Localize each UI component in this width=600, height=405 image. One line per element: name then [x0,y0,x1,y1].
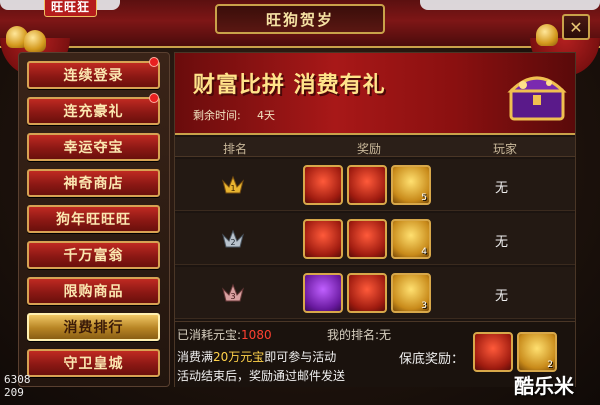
red-chest-icon[interactable] [303,219,343,259]
reward-quantity: 5 [421,193,427,203]
bronze-rank-3-icon: 3 [222,283,244,302]
player-name: 无 [495,181,509,196]
coordinate-readout: 6308 209 [4,373,31,399]
red-chest-icon[interactable] [347,219,387,259]
silver-rank-2-icon: 2 [222,229,244,248]
sidebar-item-shop[interactable]: 神奇商店 [27,169,160,197]
header-player: 玩家 [493,142,518,156]
game-window: 旺旺狂 旺狗贺岁 ✕ 连续登录 连充豪礼 幸运夺宝 神奇商店 狗年旺旺旺 千万富… [0,0,600,405]
gold-rank-1-icon: 1 [222,175,244,194]
my-rank-info: 我的排名:无 [327,326,391,343]
my-rank-value: 无 [379,328,392,342]
sidebar-item-guard[interactable]: 守卫皇城 [27,349,160,377]
snow-decoration [420,0,600,10]
sidebar: 连续登录 连充豪礼 幸运夺宝 神奇商店 狗年旺旺旺 千万富翁 限购商品 消费排行… [18,52,170,387]
gold-bar-icon[interactable]: 4 [391,219,431,259]
requirement-pre: 消费满 [177,350,214,364]
svg-text:2: 2 [230,238,235,247]
red-chest-icon[interactable] [347,273,387,313]
main-panel: 财富比拼 消费有礼 剩余时间: 4天 排名 奖励 玩家 1 5 无 2 4 无 … [174,52,576,387]
sidebar-item-login[interactable]: 连续登录 [27,61,160,89]
event-banner: 财富比拼 消费有礼 剩余时间: 4天 [175,53,575,135]
guarantee-label: 保底奖励： [399,352,465,367]
gold-bar-icon[interactable]: 5 [391,165,431,205]
red-chest-icon[interactable] [347,165,387,205]
sidebar-item-recharge[interactable]: 连充豪礼 [27,97,160,125]
banner-title: 财富比拼 消费有礼 [193,73,386,98]
red-chest-icon[interactable] [473,332,513,372]
header-rank: 排名 [223,142,248,156]
close-button[interactable]: ✕ [562,14,590,40]
header-reward: 奖励 [357,142,382,156]
gold-bar-icon[interactable]: 3 [391,273,431,313]
treasure-chest-icon [507,76,567,121]
svg-text:3: 3 [230,292,235,301]
sidebar-item-lucky[interactable]: 幸运夺宝 [27,133,160,161]
time-value: 4天 [257,109,275,122]
notification-badge [149,93,159,103]
player-name: 无 [495,289,509,304]
table-row: 2 4 无 [175,213,575,265]
time-label: 剩余时间: [193,109,241,122]
reward-quantity: 4 [421,247,427,257]
my-rank-label: 我的排名: [327,328,380,342]
sidebar-item-dogyear[interactable]: 狗年旺旺旺 [27,205,160,233]
consumed-value: 1080 [241,328,272,342]
requirement-post: 即可参与活动 [264,350,337,364]
bell-icon [24,30,46,52]
table-header: 排名 奖励 玩家 [175,137,575,157]
watermark: 酷乐米 [514,374,574,398]
purple-chest-icon[interactable] [303,273,343,313]
sidebar-item-millionaire[interactable]: 千万富翁 [27,241,160,269]
window-title: 旺狗贺岁 [215,4,385,34]
requirement-text: 消费满20万元宝即可参与活动 [177,348,336,365]
bell-icon [536,24,558,46]
game-logo: 旺旺狂 [44,0,98,17]
reward-quantity: 3 [421,301,427,311]
table-row: 1 5 无 [175,159,575,211]
consumed-info: 已消耗元宝:1080 [177,326,272,343]
red-chest-icon[interactable] [303,165,343,205]
delivery-text: 活动结束后，奖励通过邮件发送 [177,369,346,383]
svg-text:1: 1 [230,184,235,193]
sidebar-item-ranking[interactable]: 消费排行 [27,313,160,341]
sidebar-item-limited[interactable]: 限购商品 [27,277,160,305]
player-name: 无 [495,235,509,250]
table-row: 3 3 无 [175,267,575,319]
coord-y: 209 [4,386,24,399]
notification-badge [149,57,159,67]
gold-bar-icon[interactable]: 2 [517,332,557,372]
requirement-amount: 20万元宝 [213,350,265,364]
consumed-label: 已消耗元宝: [177,328,242,342]
coord-x: 6308 [4,373,31,386]
reward-quantity: 2 [547,360,553,370]
